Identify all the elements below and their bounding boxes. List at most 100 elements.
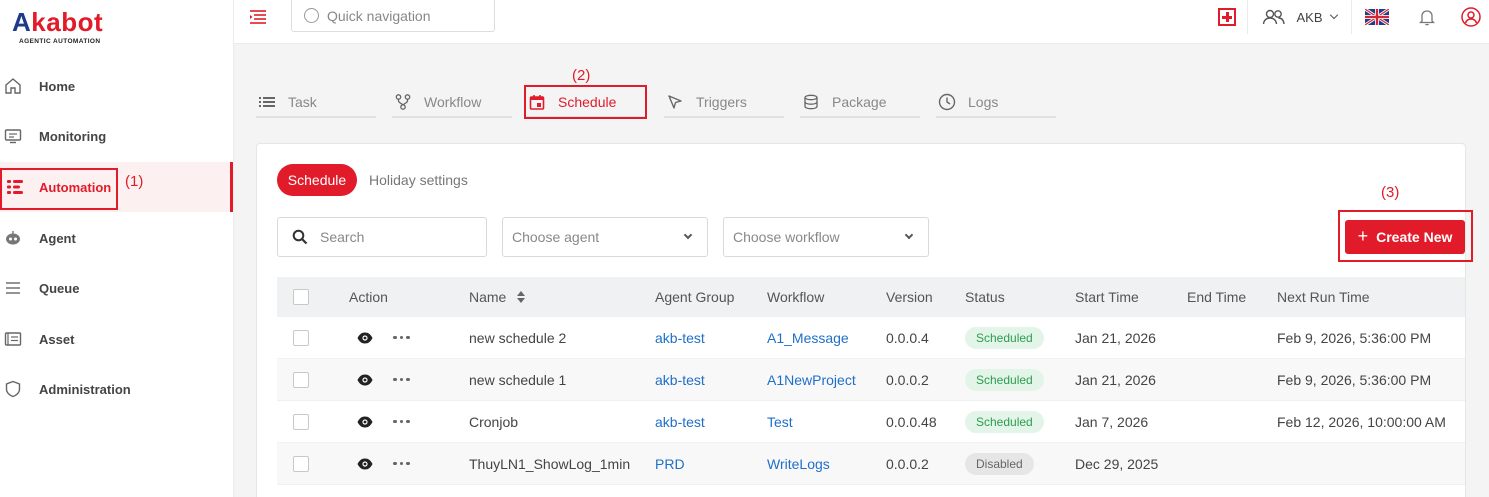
row-agent-group-link[interactable]: akb-test [655, 401, 705, 442]
sidebar-item-monitoring[interactable]: Monitoring [0, 111, 234, 161]
sidebar-item-administration[interactable]: Administration [0, 364, 234, 414]
row-name: Cronjob [469, 413, 519, 430]
select-all-checkbox[interactable] [293, 289, 309, 305]
chevron-down-icon [904, 230, 914, 240]
header-action: Action [349, 289, 388, 305]
more-options-icon[interactable] [393, 335, 410, 340]
status-badge: Scheduled [965, 326, 1044, 349]
header-version: Version [886, 289, 933, 305]
user-avatar-icon [1461, 7, 1481, 27]
sidebar: Akabot AGENTIC AUTOMATION Home Monitorin… [0, 0, 234, 497]
row-checkbox[interactable] [293, 371, 309, 388]
subtab-schedule[interactable]: Schedule [277, 164, 357, 196]
tab-workflow[interactable]: Workflow [392, 88, 512, 118]
search-placeholder: Search [320, 229, 365, 245]
row-name: new schedule 2 [469, 329, 567, 346]
eye-icon[interactable] [357, 416, 373, 428]
notifications-button[interactable] [1401, 0, 1453, 34]
cursor-icon [666, 93, 684, 111]
shield-icon [4, 380, 22, 398]
row-start-time: Jan 21, 2026 [1075, 371, 1156, 388]
akabot-logo[interactable]: Akabot AGENTIC AUTOMATION [12, 8, 103, 45]
row-next-run-time: Feb 9, 2026, 5:36:00 PM [1277, 329, 1432, 346]
quick-navigation-input[interactable]: Quick navigation [291, 0, 495, 32]
choose-workflow-placeholder: Choose workflow [733, 229, 840, 245]
row-agent-group-link[interactable]: akb-test [655, 317, 705, 358]
search-field[interactable]: Search [277, 217, 487, 257]
menu-toggle-icon[interactable] [250, 10, 268, 27]
more-options-icon[interactable] [393, 419, 410, 424]
tab-package[interactable]: Package [800, 88, 920, 118]
choose-workflow-select[interactable]: Choose workflow [723, 217, 929, 257]
eye-icon[interactable] [357, 458, 373, 470]
tab-logs[interactable]: Logs [936, 88, 1056, 118]
search-icon [292, 229, 308, 245]
logo-tagline: AGENTIC AUTOMATION [19, 38, 101, 45]
logo-wordmark: Akabot [12, 7, 104, 37]
topbar-actions: AKB [1207, 0, 1489, 34]
sidebar-item-label: Asset [39, 331, 75, 347]
header-next-run-time: Next Run Time [1277, 289, 1370, 305]
choose-agent-select[interactable]: Choose agent [502, 217, 708, 257]
tab-label: Package [832, 94, 887, 110]
row-workflow-link[interactable]: A1NewProject [767, 359, 856, 400]
annotation-label-2: (2) [572, 67, 591, 84]
subtab-holiday-settings[interactable]: Holiday settings [369, 172, 468, 188]
tab-triggers[interactable]: Triggers [664, 88, 784, 118]
main-content: Task Workflow Schedule Triggers Package … [234, 44, 1489, 497]
schedule-card: Schedule Holiday settings Search Choose … [256, 143, 1473, 497]
add-button[interactable] [1207, 0, 1247, 34]
row-workflow-link[interactable]: WriteLogs [767, 443, 830, 484]
sidebar-item-label: Administration [39, 381, 131, 397]
sidebar-item-agent[interactable]: Agent [0, 213, 234, 263]
table-row[interactable]: new schedule 2 akb-test A1_Message 0.0.0… [277, 317, 1465, 359]
tab-label: Task [288, 94, 317, 110]
profile-button[interactable] [1453, 0, 1489, 34]
row-checkbox[interactable] [293, 413, 309, 430]
row-workflow-link[interactable]: A1_Message [767, 317, 849, 358]
sidebar-item-label: Monitoring [39, 128, 107, 144]
uk-flag-icon [1364, 9, 1389, 25]
compass-icon [304, 8, 319, 23]
header-status: Status [965, 289, 1005, 305]
status-badge: Disabled [965, 452, 1034, 475]
header-name[interactable]: Name [469, 277, 526, 317]
table-header: Action Name Agent Group Workflow Version… [277, 277, 1465, 317]
active-indicator [230, 162, 233, 212]
table-row[interactable]: new schedule 1 akb-test A1NewProject 0.0… [277, 359, 1465, 401]
user-label: AKB [1296, 9, 1323, 25]
sidebar-item-asset[interactable]: Asset [0, 314, 234, 364]
eye-icon[interactable] [357, 332, 373, 344]
row-next-run-time: Feb 12, 2026, 10:00:00 AM [1277, 413, 1446, 430]
row-checkbox[interactable] [293, 455, 309, 472]
row-agent-group-link[interactable]: PRD [655, 443, 685, 484]
tab-label: Workflow [424, 94, 482, 110]
row-version: 0.0.0.48 [886, 413, 937, 430]
sidebar-item-home[interactable]: Home [0, 61, 234, 111]
clock-icon [938, 93, 956, 111]
row-name: new schedule 1 [469, 371, 567, 388]
queue-icon [4, 279, 22, 297]
language-selector[interactable] [1351, 0, 1401, 34]
more-options-icon[interactable] [393, 461, 410, 466]
row-agent-group-link[interactable]: akb-test [655, 359, 705, 400]
row-next-run-time: Feb 9, 2026, 5:36:00 PM [1277, 371, 1432, 388]
annotation-box-create-new [1338, 210, 1473, 262]
quick-navigation-placeholder: Quick navigation [327, 7, 431, 24]
more-options-icon[interactable] [393, 377, 410, 382]
eye-icon[interactable] [357, 374, 373, 386]
sidebar-item-label: Home [39, 78, 76, 94]
status-badge: Scheduled [965, 368, 1044, 391]
monitor-icon [4, 127, 22, 145]
user-group-selector[interactable]: AKB [1247, 0, 1351, 34]
row-workflow-link[interactable]: Test [767, 401, 793, 442]
row-version: 0.0.0.2 [886, 371, 929, 388]
table-row[interactable]: ThuyLN1_ShowLog_1min PRD WriteLogs 0.0.0… [277, 443, 1465, 485]
database-icon [802, 93, 820, 111]
sidebar-item-queue[interactable]: Queue [0, 263, 234, 313]
tab-task[interactable]: Task [256, 88, 376, 118]
row-checkbox[interactable] [293, 329, 309, 346]
list-icon [258, 93, 276, 111]
table-row[interactable]: Cronjob akb-test Test 0.0.0.48 Scheduled… [277, 401, 1465, 443]
row-start-time: Dec 29, 2025 [1075, 455, 1159, 472]
